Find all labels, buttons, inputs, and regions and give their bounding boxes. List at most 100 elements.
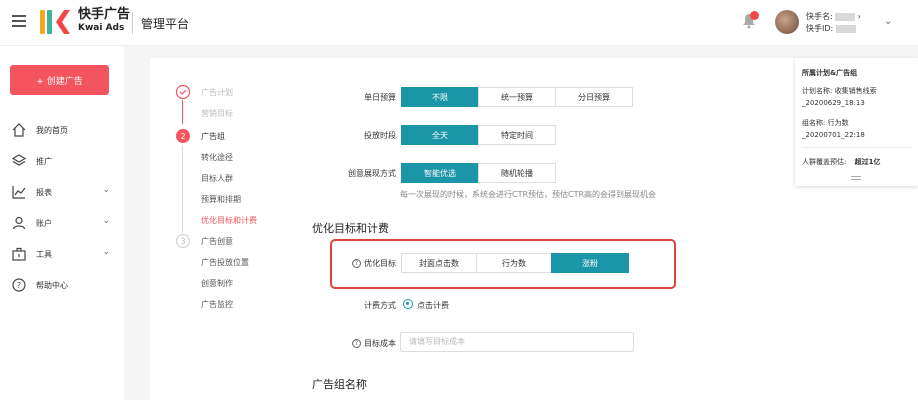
summary-panel: 所属计划&广告组 计划名称: 收集销售线索 _20200629_18:13 组名…: [795, 58, 918, 186]
section-title-optimization: 优化目标和计费: [312, 222, 389, 235]
panel-coverage-label: 人群覆盖预估:: [802, 158, 847, 166]
panel-plan-label: 计划名称:: [802, 87, 833, 95]
billing-value: 点击计费: [417, 301, 449, 310]
section-title-group-name: 广告组名称: [312, 378, 367, 391]
goal-label-text: 优化目标: [364, 259, 396, 268]
sidebar-item-account[interactable]: 账户 ⌄: [12, 214, 116, 232]
sidebar-item-report[interactable]: 报表 ⌄: [12, 183, 116, 201]
display-hint: 每一次展现的时候，系统会进行CTR预估，预估CTR高的会得到展现机会: [400, 190, 657, 199]
goal-options: 封面点击数 行为数 涨粉: [401, 253, 629, 273]
budget-options: 不限 统一预算 分日预算: [401, 87, 633, 107]
sidebar-item-help[interactable]: ? 帮助中心: [12, 276, 116, 294]
step-label-creative[interactable]: 广告创意: [201, 236, 233, 247]
sidebar-item-label: 我的首页: [36, 125, 68, 135]
step-sub-budget[interactable]: 预算和排期: [201, 194, 241, 205]
panel-coverage: 人群覆盖预估: 超过1亿: [802, 157, 880, 168]
step-label-adgroup[interactable]: 广告组: [201, 131, 225, 142]
platform-title: 管理平台: [141, 17, 190, 31]
panel-group-label: 组名称:: [802, 119, 826, 127]
svg-text:?: ?: [17, 281, 21, 290]
chevron-down-icon: ⌄: [102, 247, 110, 257]
period-options: 全天 特定时间: [401, 125, 556, 145]
top-header: 快手广告 Kwai Ads 管理平台 快手名: › 快手ID: ⌄: [0, 0, 918, 46]
user-name-suffix: ›: [857, 12, 861, 21]
sidebar-item-label: 账户: [36, 218, 52, 228]
drag-handle-icon[interactable]: [851, 176, 861, 180]
budget-option-daily[interactable]: 分日预算: [555, 87, 633, 107]
help-icon: ?: [12, 278, 26, 292]
step-sub-creative-make[interactable]: 创意制作: [201, 278, 233, 289]
chevron-down-icon: ⌄: [102, 216, 110, 226]
question-icon[interactable]: ?: [352, 259, 361, 268]
brand: 快手广告 Kwai Ads: [78, 8, 130, 34]
display-option-random[interactable]: 随机轮播: [478, 163, 556, 183]
step-number-3: 3: [176, 234, 190, 248]
user-id-label: 快手ID:: [806, 24, 834, 33]
sidebar-item-label: 工具: [36, 249, 52, 259]
toolbox-icon: [12, 247, 26, 261]
cost-label-text: 目标成本: [364, 339, 396, 348]
panel-plan-value: 收集销售线索: [834, 87, 877, 95]
sidebar-item-label: 推广: [36, 156, 52, 166]
display-options: 智能优选 随机轮播: [401, 163, 556, 183]
layers-icon: [12, 154, 26, 166]
goal-option-cover-click[interactable]: 封面点击数: [401, 253, 477, 273]
panel-plan-value2: _20200629_18:13: [802, 99, 865, 107]
target-cost-input[interactable]: 请填写目标成本: [400, 332, 634, 352]
budget-option-unified[interactable]: 统一预算: [478, 87, 556, 107]
user-icon: [12, 216, 26, 230]
step-sub-marketing-goal[interactable]: 营销目标: [201, 108, 233, 119]
step-connector: [182, 100, 183, 124]
step-sub-audience[interactable]: 目标人群: [201, 173, 233, 184]
sidebar-item-tools[interactable]: 工具 ⌄: [12, 245, 116, 263]
step-sub-conversion[interactable]: 转化途径: [201, 152, 233, 163]
period-option-all-day[interactable]: 全天: [401, 125, 479, 145]
chart-icon: [12, 186, 26, 199]
check-circle-icon: [175, 84, 191, 100]
create-ad-button[interactable]: + 创建广告: [10, 65, 109, 95]
header-divider: [132, 12, 133, 34]
brand-en: Kwai Ads: [78, 23, 125, 33]
menu-toggle-icon[interactable]: [12, 15, 26, 29]
sidebar-item-promote[interactable]: 推广: [12, 152, 116, 170]
chevron-down-icon[interactable]: ⌄: [884, 16, 892, 27]
panel-title: 所属计划&广告组: [802, 69, 858, 77]
sidebar-item-home[interactable]: 我的首页: [12, 121, 116, 139]
billing-label: 计费方式: [364, 301, 396, 310]
avatar[interactable]: [775, 10, 799, 34]
user-name-redacted: [835, 12, 856, 21]
budget-option-unlimited[interactable]: 不限: [401, 87, 479, 107]
panel-plan: 计划名称: 收集销售线索: [802, 86, 877, 97]
step-number-2: 2: [176, 129, 190, 143]
notification-badge: [750, 11, 759, 20]
step-connector: [182, 145, 183, 233]
goal-label: ? 优化目标: [340, 258, 396, 269]
panel-group: 组名称: 行为数: [802, 118, 849, 129]
home-icon: [12, 123, 26, 137]
sidebar-item-label: 帮助中心: [36, 280, 68, 290]
user-info[interactable]: 快手名: › 快手ID:: [806, 11, 861, 35]
step-sub-placement[interactable]: 广告投放位置: [201, 257, 249, 268]
chevron-down-icon: ⌄: [102, 185, 110, 195]
question-icon[interactable]: ?: [352, 339, 361, 348]
step-label-plan[interactable]: 广告计划: [201, 87, 233, 98]
user-id-redacted: [835, 24, 856, 33]
kwai-logo: [40, 10, 70, 34]
panel-coverage-value: 超过1亿: [854, 158, 881, 166]
period-label: 投放时段: [364, 131, 396, 140]
cost-label: ? 目标成本: [320, 338, 396, 349]
panel-divider: [802, 147, 911, 148]
step-sub-monitor[interactable]: 广告监控: [201, 299, 233, 310]
sidebar-item-label: 报表: [36, 187, 52, 197]
budget-label: 单日预算: [364, 93, 396, 102]
user-name-label: 快手名:: [806, 12, 833, 21]
period-option-specific[interactable]: 特定时间: [478, 125, 556, 145]
panel-group-value2: _20200701_22:18: [802, 131, 865, 139]
billing-radio[interactable]: [403, 299, 413, 309]
step-sub-optimization[interactable]: 优化目标和计费: [201, 215, 257, 226]
display-label: 创意展现方式: [348, 169, 396, 178]
goal-option-action[interactable]: 行为数: [476, 253, 552, 273]
display-option-smart[interactable]: 智能优选: [401, 163, 479, 183]
brand-cn: 快手广告: [78, 7, 131, 22]
goal-option-follow[interactable]: 涨粉: [551, 253, 629, 273]
